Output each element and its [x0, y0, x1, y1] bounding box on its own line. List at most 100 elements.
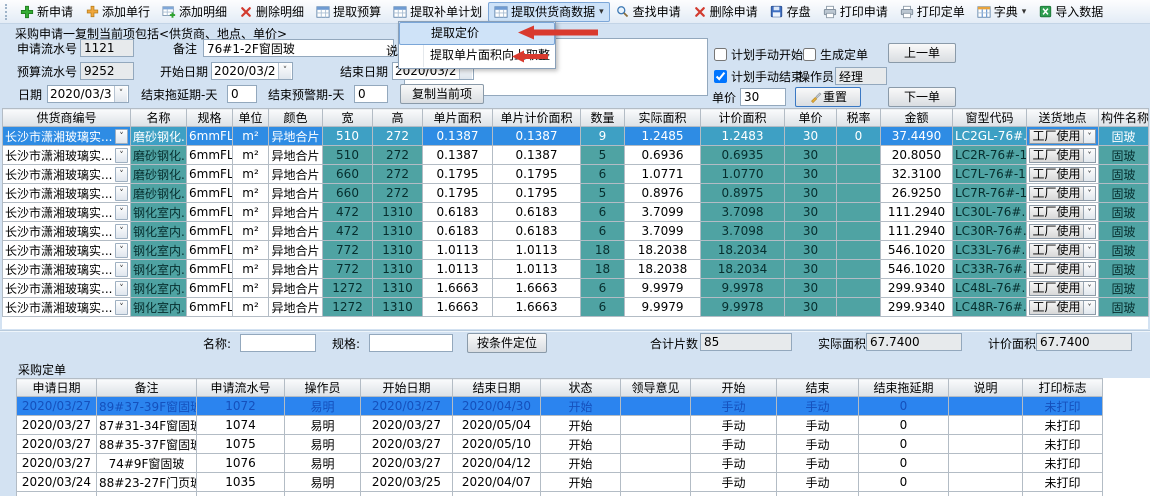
table-row[interactable]: 2020/03/2788#35-37F窗固玻1075易明2020/03/2720… [17, 435, 1103, 454]
remark-field[interactable] [203, 39, 394, 57]
column-header[interactable]: 申请日期 [17, 379, 97, 397]
table-row[interactable]: ˅长沙市潇湘玻璃实...钢化室内...6mmFLE...m²异地合片772131… [3, 241, 1149, 260]
start-date-picker[interactable]: ˅ [211, 62, 293, 80]
print-request-button[interactable]: 打印申请 [817, 2, 894, 22]
column-header[interactable]: 供货商编号 [3, 109, 131, 127]
column-header[interactable]: 申请流水号 [197, 379, 285, 397]
end-warn-field[interactable] [354, 85, 388, 103]
column-header[interactable]: 数量 [581, 109, 625, 127]
next-order-button[interactable]: 下一单 [888, 87, 956, 107]
table-row[interactable]: ˅长沙市潇湘玻璃实...钢化室内...6mmFLE...m²异地合片472131… [3, 222, 1149, 241]
chevron-down-icon[interactable]: ˅ [114, 86, 127, 102]
save-button[interactable]: 存盘 [764, 2, 817, 22]
column-header[interactable]: 备注 [97, 379, 197, 397]
column-header[interactable]: 税率 [837, 109, 881, 127]
supplier-dropdown-icon[interactable]: ˅ [115, 262, 128, 277]
add-row-button[interactable]: 添加单行 [79, 2, 156, 22]
import-data-button[interactable]: 导入数据 [1032, 2, 1109, 22]
checkbox-generate-order[interactable]: 生成定单 [803, 46, 868, 62]
chevron-down-icon[interactable]: ▾ [599, 7, 604, 17]
column-header[interactable]: 单位 [233, 109, 269, 127]
supplier-dropdown-icon[interactable]: ˅ [115, 205, 128, 220]
column-header[interactable]: 高 [373, 109, 423, 127]
column-header[interactable]: 构件名称 [1099, 109, 1149, 127]
previous-order-button[interactable]: 上一单 [888, 43, 956, 63]
unit-price-field[interactable] [740, 88, 786, 106]
spec-filter-input[interactable] [369, 334, 453, 352]
table-row[interactable]: 2020/03/2789#37-39F窗固玻1072易明2020/03/2720… [17, 397, 1103, 416]
delivery-place-button[interactable]: 工厂使用˅ [1029, 281, 1096, 296]
checkbox-plan-manual-start[interactable]: 计划手动开始 [714, 46, 803, 62]
column-header[interactable]: 送货地点 [1027, 109, 1099, 127]
budget-no-field[interactable] [80, 62, 134, 80]
column-header[interactable]: 计价面积 [701, 109, 785, 127]
table-row[interactable]: 2020/03/2787#31-34F窗固玻1074易明2020/03/2720… [17, 416, 1103, 435]
delivery-place-button[interactable]: 工厂使用˅ [1029, 300, 1096, 315]
operator-field[interactable] [835, 67, 887, 85]
column-header[interactable]: 宽 [323, 109, 373, 127]
delete-detail-button[interactable]: 删除明细 [233, 2, 310, 22]
toolbar-grip[interactable] [5, 4, 10, 20]
column-header[interactable]: 状态 [541, 379, 621, 397]
delivery-place-button[interactable]: 工厂使用˅ [1029, 224, 1096, 239]
table-row[interactable]: ˅长沙市潇湘玻璃实...钢化室内...6mmFLE...m²异地合片127213… [3, 298, 1149, 317]
delivery-place-button[interactable]: 工厂使用˅ [1029, 148, 1096, 163]
column-header[interactable]: 领导意见 [621, 379, 691, 397]
column-header[interactable]: 打印标志 [1023, 379, 1103, 397]
request-no-field[interactable] [80, 39, 134, 57]
start-date-input[interactable] [212, 64, 278, 78]
column-header[interactable]: 说明 [949, 379, 1023, 397]
copy-current-button[interactable]: 复制当前项 [400, 84, 484, 104]
column-header[interactable]: 结束拖延期 [859, 379, 949, 397]
chevron-down-icon[interactable]: ▾ [1022, 7, 1027, 17]
column-header[interactable]: 金额 [881, 109, 953, 127]
table-row[interactable]: ˅长沙市潇湘玻璃实...磨砂钢化...6mmFLE...m²异地合片510272… [3, 127, 1149, 146]
plan-manual-start-checkbox[interactable] [714, 48, 727, 61]
delivery-place-button[interactable]: 工厂使用˅ [1029, 262, 1096, 277]
supplier-dropdown-icon[interactable]: ˅ [115, 281, 128, 296]
extract-supplement-plan-button[interactable]: 提取补单计划 [387, 2, 488, 22]
new-request-button[interactable]: 新申请 [14, 2, 79, 22]
print-order-button[interactable]: 打印定单 [894, 2, 971, 22]
table-row[interactable]: ˅长沙市潇湘玻璃实...磨砂钢化...6mmFLE...m²异地合片660272… [3, 184, 1149, 203]
plan-manual-end-checkbox[interactable] [714, 70, 727, 83]
dictionary-button[interactable]: 字典▾ [971, 2, 1033, 22]
find-request-button[interactable]: 查找申请 [610, 2, 687, 22]
supplier-dropdown-icon[interactable]: ˅ [115, 300, 128, 315]
delivery-place-button[interactable]: 工厂使用˅ [1029, 205, 1096, 220]
column-header[interactable]: 开始 [691, 379, 777, 397]
locate-by-condition-button[interactable]: 按条件定位 [467, 333, 547, 353]
generate-order-checkbox[interactable] [803, 48, 816, 61]
column-header[interactable]: 单价 [785, 109, 837, 127]
column-header[interactable]: 窗型代码 [953, 109, 1027, 127]
column-header[interactable]: 单片面积 [423, 109, 493, 127]
table-row[interactable]: ˅长沙市潇湘玻璃实...钢化室内...6mmFLE...m²异地合片772131… [3, 260, 1149, 279]
supplier-dropdown-icon[interactable]: ˅ [115, 167, 128, 182]
checkbox-plan-manual-end[interactable]: 计划手动结束 [714, 68, 803, 84]
delivery-place-button[interactable]: 工厂使用˅ [1029, 186, 1096, 201]
delivery-place-button[interactable]: 工厂使用˅ [1029, 167, 1096, 182]
table-row[interactable]: ˅长沙市潇湘玻璃实...钢化室内...6mmFLE...m²异地合片472131… [3, 203, 1149, 222]
column-header[interactable]: 颜色 [269, 109, 323, 127]
supplier-dropdown-icon[interactable]: ˅ [115, 148, 128, 163]
table-row[interactable]: 2020/03/2488#23-27F门页玻1035易明2020/03/2520… [17, 473, 1103, 492]
reset-button[interactable]: 重置 [795, 87, 861, 107]
column-header[interactable]: 单片计价面积 [493, 109, 581, 127]
column-header[interactable]: 操作员 [285, 379, 361, 397]
column-header[interactable]: 结束 [777, 379, 859, 397]
chevron-down-icon[interactable]: ˅ [278, 63, 291, 79]
column-header[interactable]: 规格 [187, 109, 233, 127]
supplier-dropdown-icon[interactable]: ˅ [115, 224, 128, 239]
table-row[interactable]: ˅长沙市潇湘玻璃实...磨砂钢化...6mmFLE...m²异地合片510272… [3, 146, 1149, 165]
end-delay-field[interactable] [227, 85, 257, 103]
supplier-dropdown-icon[interactable]: ˅ [115, 186, 128, 201]
supplier-dropdown-icon[interactable]: ˅ [115, 129, 128, 144]
table-row[interactable]: ˅长沙市潇湘玻璃实...钢化室内...6mmFLE...m²异地合片127213… [3, 279, 1149, 298]
table-row[interactable]: ˅长沙市潇湘玻璃实...磨砂钢化...6mmFLE...m²异地合片660272… [3, 165, 1149, 184]
delivery-place-button[interactable]: 工厂使用˅ [1029, 243, 1096, 258]
delivery-place-button[interactable]: 工厂使用˅ [1029, 129, 1096, 144]
delete-request-button[interactable]: 删除申请 [687, 2, 764, 22]
extract-budget-button[interactable]: 提取预算 [310, 2, 387, 22]
column-header[interactable]: 实际面积 [625, 109, 701, 127]
supplier-dropdown-icon[interactable]: ˅ [115, 243, 128, 258]
